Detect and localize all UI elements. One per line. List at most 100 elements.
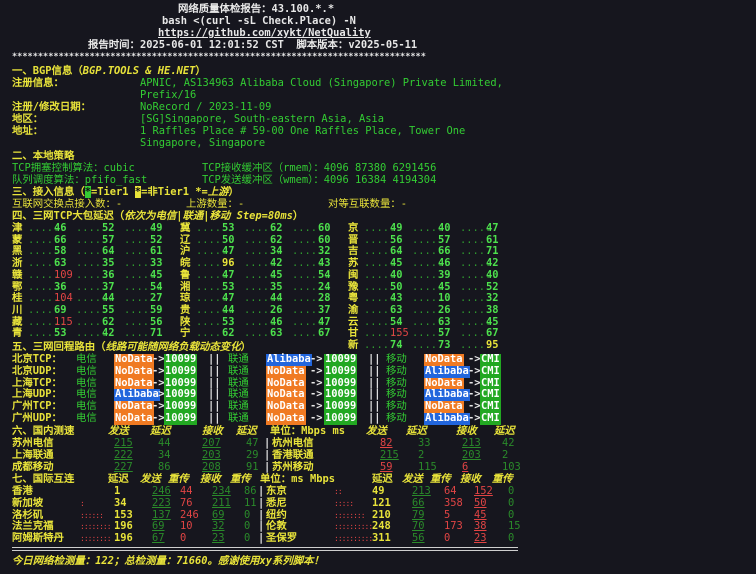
route-cu-as: 10099 <box>324 364 358 378</box>
domestic-name: 成都移动 <box>12 460 54 473</box>
route-arrow: -> <box>468 412 481 424</box>
route-name: 广州UDP： <box>12 412 62 424</box>
latency-province: 赣 <box>12 268 23 281</box>
domestic-send: 227 <box>114 460 133 473</box>
domestic-recv: 203 <box>202 448 221 461</box>
separator-stars: ****************************************… <box>12 52 426 62</box>
route-sep: || <box>368 412 381 424</box>
intl-lat-2: 121 <box>372 496 391 509</box>
intl-lat-bar-2: :::::::: <box>334 510 366 520</box>
terminal-window: 网络质量体检报告：43.100.*.* bash <(curl -sL Chec… <box>0 0 756 574</box>
domestic-recv: 208 <box>202 460 221 473</box>
footer-text: 今日网络检测量：122；总检测量：71660。感谢使用xy系列脚本！ <box>12 555 324 567</box>
intl-name: 新加坡 <box>12 496 44 509</box>
domestic-send: 222 <box>114 448 133 461</box>
intl-retr: 0 <box>180 532 187 545</box>
footer-divider <box>12 547 518 548</box>
intl-send-2: 66 <box>412 496 425 509</box>
route-arrow: -> <box>468 364 481 377</box>
route-name: 北京UDP： <box>12 364 62 377</box>
route-ct-as: 10099 <box>164 412 198 425</box>
bgp-addr-label: 地址： <box>12 125 44 137</box>
domestic-lat: 86 <box>158 460 171 473</box>
intl-retr2: 11 <box>244 496 257 509</box>
route-arrow: -> <box>152 364 165 377</box>
latency-value: 62 <box>222 327 235 340</box>
domestic-lat: 91 <box>246 460 259 473</box>
intl-name-2: 圣保罗 <box>266 532 298 545</box>
intl-name: 阿姆斯特丹 <box>12 532 64 545</box>
latency-value: 45 <box>150 268 163 281</box>
route-cu-label: 联通 <box>228 364 249 377</box>
route-sep: || <box>208 364 221 377</box>
domestic-lat-2: 103 <box>502 460 521 473</box>
intl-sep: | <box>258 532 265 545</box>
latency-value: 109 <box>54 268 73 281</box>
domestic-lat-2: 2 <box>418 448 425 461</box>
intl-lat-bar-2: :: <box>334 487 343 496</box>
intl-recv: 211 <box>212 496 231 509</box>
route-ct-tag: NoData <box>114 364 154 378</box>
intl-name-2: 悉尼 <box>266 496 287 509</box>
route-cu-as: 10099 <box>324 412 358 425</box>
domestic-lat: 29 <box>246 448 259 461</box>
domestic-send-2: 215 <box>380 448 399 461</box>
intl-lat: 196 <box>114 532 133 545</box>
route-ct-as: 10099 <box>164 364 198 378</box>
latency-value: 45 <box>270 268 283 281</box>
route-cm-as: CMI <box>480 412 501 425</box>
latency-province: 鲁 <box>180 268 191 281</box>
latency-province: 新 <box>348 339 359 351</box>
latency-value: 73 <box>438 339 451 351</box>
domestic-name-2: 苏州移动 <box>272 460 314 473</box>
intl-send-2: 56 <box>412 532 425 545</box>
intl-retr-3: 0 <box>444 532 451 545</box>
route-arrow: -> <box>152 412 165 424</box>
route-cm-tag: Alibaba <box>424 412 470 425</box>
domestic-sep: | <box>264 448 271 461</box>
intl-send: 67 <box>152 532 165 545</box>
latency-value: 53 <box>54 327 67 340</box>
bgp-addr-value-2: Singapore, Singapore <box>140 137 266 149</box>
route-cu-label: 联通 <box>228 412 249 424</box>
intl-retr-4: 0 <box>508 496 515 509</box>
route-ct-label: 电信 <box>76 412 97 424</box>
latency-value: 39 <box>438 268 451 281</box>
domestic-lat-2: 115 <box>418 460 437 473</box>
route-ct-tag: NoData <box>114 412 154 425</box>
domestic-sep: | <box>264 460 271 473</box>
access-peer: 对等互联数量：- <box>328 198 407 210</box>
intl-lat: 34 <box>114 496 127 509</box>
route-cm-tag: Alibaba <box>424 364 470 378</box>
intl-lat-2: 311 <box>372 532 391 545</box>
latency-value: 42 <box>102 327 115 340</box>
report-meta: 报告时间：2025-06-01 12:01:52 CST 脚本版本：v2025-… <box>88 39 418 51</box>
domestic-recv-2: 6 <box>462 460 469 473</box>
route-ct-label: 电信 <box>76 364 97 377</box>
route-arrow: -> <box>310 412 323 424</box>
intl-retr-3: 358 <box>444 496 463 509</box>
intl-retr: 76 <box>180 496 193 509</box>
latency-value: 74 <box>390 339 403 351</box>
intl-lat-bar-2: ::::: <box>334 498 354 508</box>
latency-province: 青 <box>12 327 23 340</box>
intl-sep: | <box>258 496 265 509</box>
latency-value: 40 <box>486 268 499 281</box>
intl-retr-4: 0 <box>508 532 515 545</box>
latency-value: 71 <box>150 327 163 340</box>
route-cu-tag: NoData <box>266 412 306 425</box>
route-cm-label: 移动 <box>386 364 407 377</box>
route-cu-tag: NoData <box>266 364 306 378</box>
intl-retr2: 0 <box>244 532 251 545</box>
route-sep: || <box>208 412 221 424</box>
route-cm-as: CMI <box>480 364 501 378</box>
latency-province: 闽 <box>348 268 359 281</box>
domestic-recv-2: 203 <box>462 448 481 461</box>
domestic-lat-2: 2 <box>502 448 509 461</box>
route-cm-label: 移动 <box>386 412 407 424</box>
latency-value: 36 <box>102 268 115 281</box>
footer-divider-2 <box>12 550 518 551</box>
domestic-name-2: 香港联通 <box>272 448 314 461</box>
latency-value: 95 <box>486 339 499 351</box>
latency-value: 54 <box>318 268 331 281</box>
